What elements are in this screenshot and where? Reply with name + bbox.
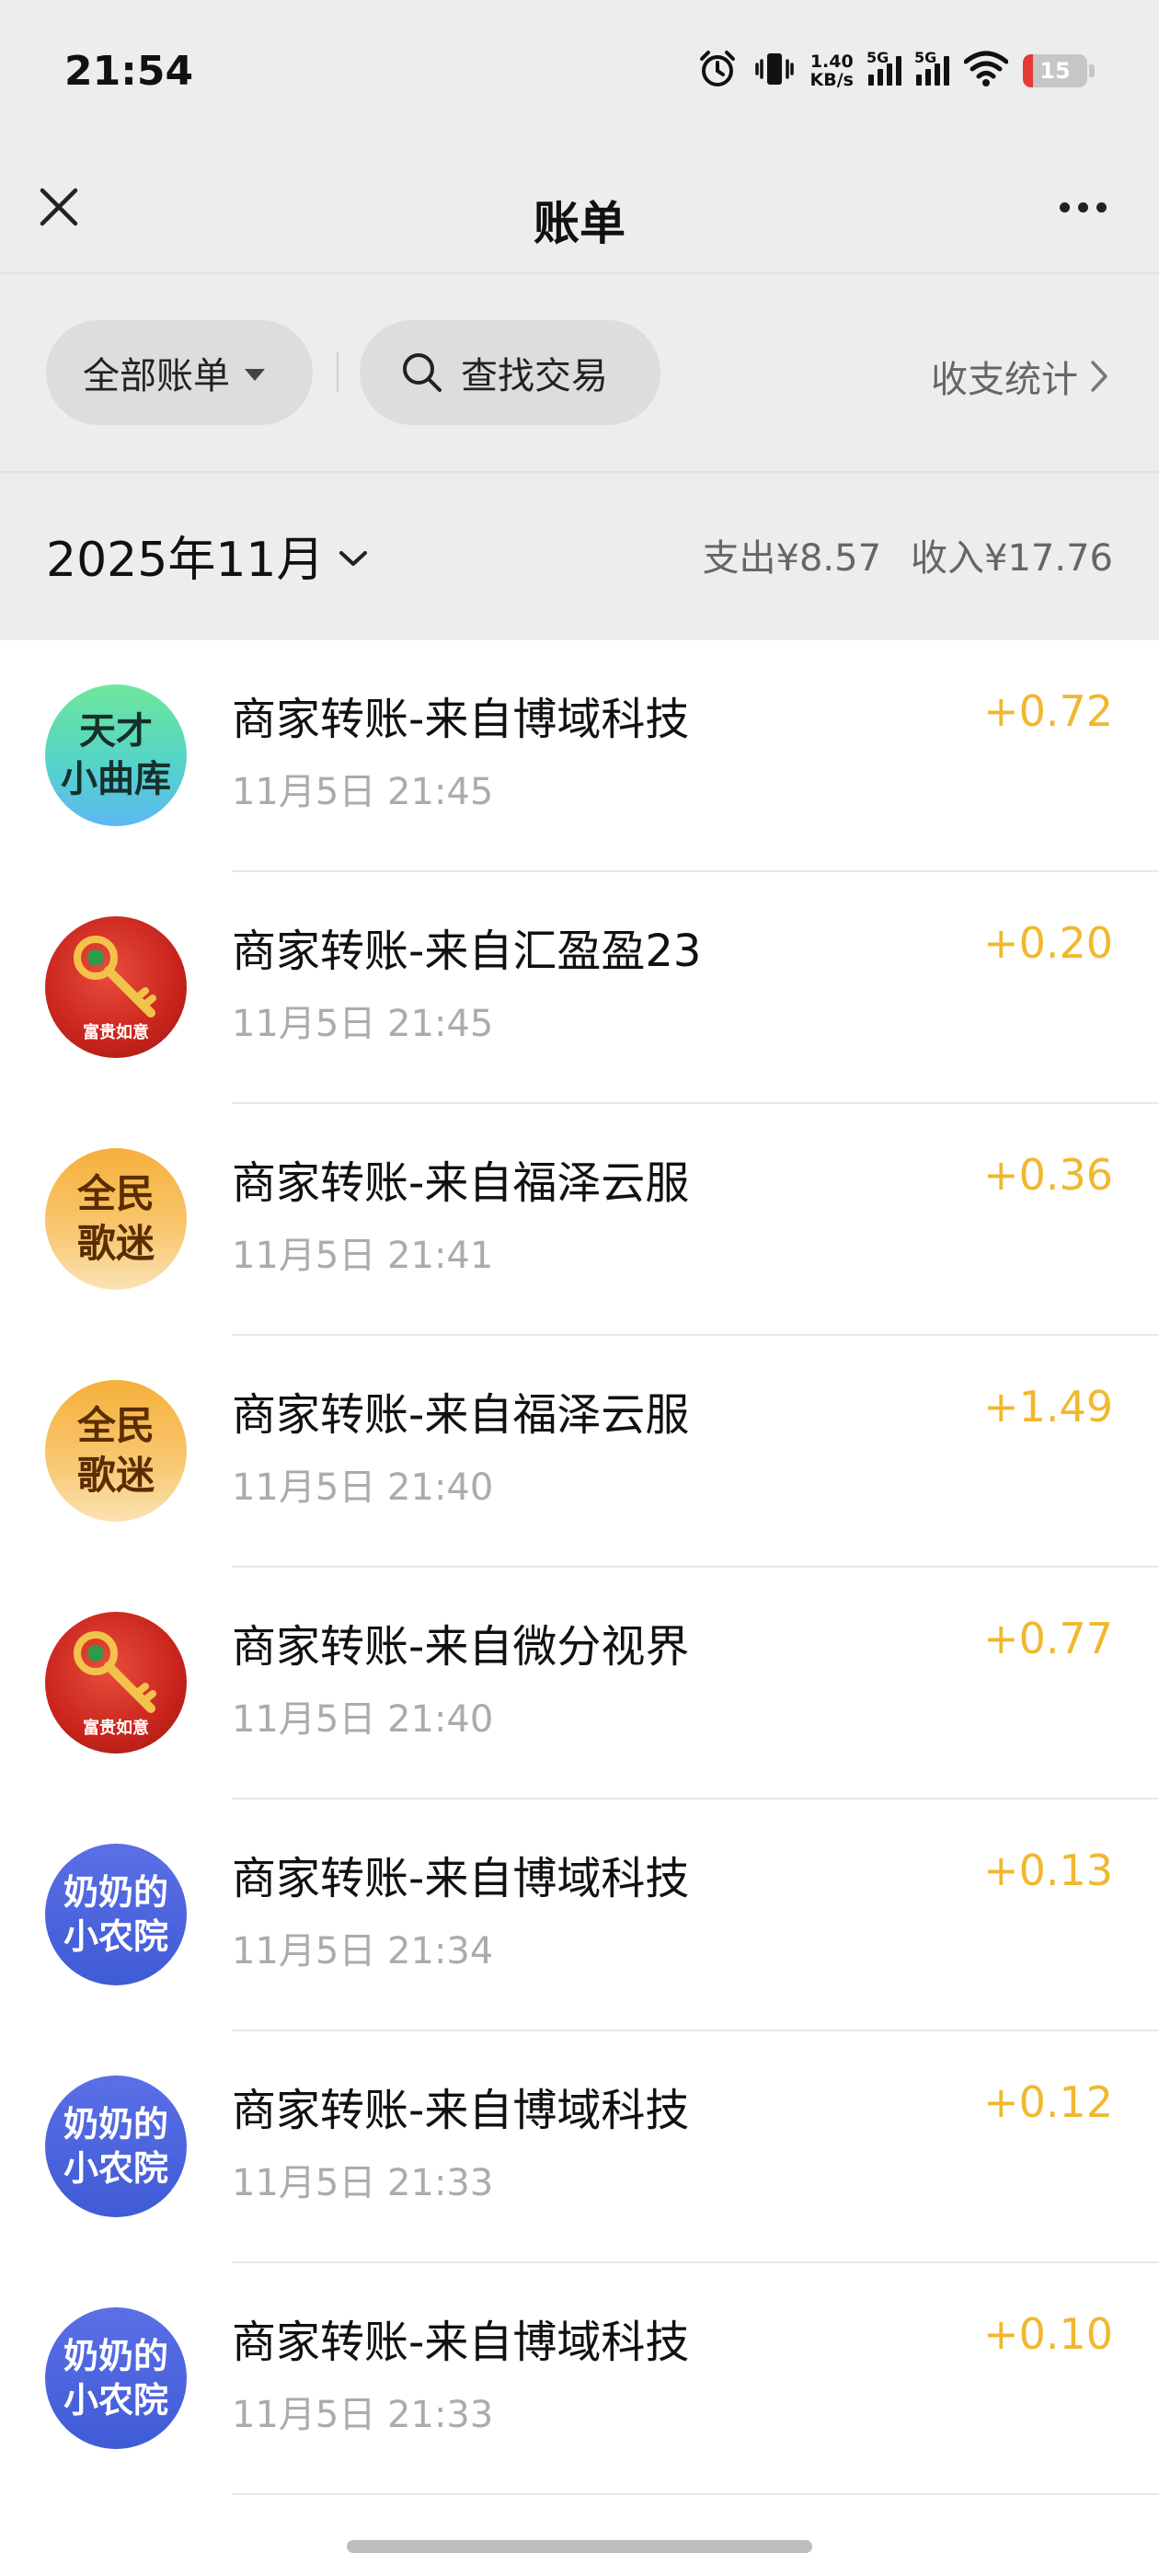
transaction-amount: +0.77 — [983, 1614, 1113, 1663]
avatar-text-line-2: 歌迷 — [76, 1453, 155, 1498]
transaction-time: 11月5日 21:45 — [232, 771, 494, 813]
transaction-amount: +0.13 — [983, 1846, 1113, 1895]
avatar-text-line-1: 天才 — [79, 710, 153, 753]
all-bills-dropdown[interactable]: 全部账单 — [46, 320, 313, 425]
month-bar: 2025年11月 支出¥8.57 收入¥17.76 — [0, 473, 1159, 640]
transaction-title: 商家转账-来自汇盈盈23 — [232, 926, 702, 977]
transaction-amount: +0.20 — [983, 918, 1113, 968]
more-icon[interactable] — [1041, 178, 1124, 236]
wifi-icon — [963, 51, 1009, 91]
avatar-text-line-1: 全民 — [76, 1403, 155, 1448]
avatar: 奶奶的 小农院 — [45, 1844, 187, 1985]
avatar: 天才 小曲库 — [45, 684, 187, 826]
transaction-row[interactable]: 奶奶的 小农院 商家转账-来自博域科技 11月5日 21:33 +0.12 — [0, 2031, 1159, 2263]
search-icon — [403, 353, 442, 392]
month-summary: 支出¥8.57 收入¥17.76 — [703, 528, 1113, 581]
all-bills-label: 全部账单 — [83, 355, 230, 397]
golden-key-icon — [74, 1631, 156, 1713]
month-selector[interactable]: 2025年11月 — [46, 521, 369, 590]
avatar-text-line-2: 歌迷 — [76, 1221, 155, 1266]
avatar-text-line-2: 小农院 — [63, 2148, 168, 2189]
transaction-row[interactable]: 奶奶的 小农院 商家转账-来自博域科技 11月5日 21:34 +0.13 — [0, 1800, 1159, 2031]
transaction-amount: +0.72 — [983, 686, 1113, 736]
chevron-down-icon — [339, 550, 367, 566]
net-speed-value: 1.40 — [809, 52, 854, 72]
avatar: 全民 歌迷 — [45, 1380, 187, 1522]
search-transactions-button[interactable]: 查找交易 — [360, 320, 660, 425]
transaction-row[interactable]: 全民 歌迷 商家转账-来自福泽云服 11月5日 21:40 +1.49 — [0, 1336, 1159, 1568]
transaction-title: 商家转账-来自博域科技 — [232, 2317, 690, 2368]
transaction-amount: +0.10 — [983, 2309, 1113, 2359]
signal-icon: 5G — [914, 49, 949, 86]
transaction-title: 商家转账-来自博域科技 — [232, 694, 690, 745]
income-total: 收入¥17.76 — [911, 537, 1113, 580]
status-time: 21:54 — [64, 48, 194, 95]
transaction-title: 商家转账-来自博域科技 — [232, 1853, 690, 1904]
vibrate-icon — [753, 48, 796, 94]
transaction-time: 11月5日 21:40 — [232, 1698, 494, 1741]
transaction-list: 天才 小曲库 商家转账-来自博域科技 11月5日 21:45 +0.72 富贵如意 商家转账… — [0, 640, 1159, 2576]
avatar-text-line-2: 小农院 — [63, 2380, 168, 2421]
battery-level: 15 — [1039, 58, 1071, 84]
divider — [232, 2493, 1159, 2495]
stats-link[interactable]: 收支统计 — [931, 350, 1109, 403]
transaction-title: 商家转账-来自微分视界 — [232, 1621, 690, 1673]
avatar-text-line-1: 奶奶的 — [63, 2336, 168, 2376]
avatar: 全民 歌迷 — [45, 1148, 187, 1290]
avatar-text-line-1: 奶奶的 — [63, 2104, 168, 2145]
alarm-icon — [696, 48, 739, 94]
chevron-right-icon — [1091, 361, 1107, 392]
avatar: 富贵如意 — [45, 916, 187, 1058]
avatar: 富贵如意 — [45, 1612, 187, 1754]
transaction-time: 11月5日 21:41 — [232, 1235, 494, 1277]
transaction-row[interactable]: 全民 歌迷 商家转账-来自福泽云服 11月5日 21:41 +0.36 — [0, 1104, 1159, 1336]
transaction-amount: +1.49 — [983, 1382, 1113, 1432]
stats-label: 收支统计 — [931, 359, 1078, 401]
search-label: 查找交易 — [461, 355, 608, 397]
status-bar: 21:54 1.40 KB/s 5G 5G 15 — [0, 0, 1159, 152]
avatar: 奶奶的 小农院 — [45, 2076, 187, 2217]
transaction-title: 商家转账-来自福泽云服 — [232, 1389, 690, 1441]
filter-bar: 全部账单 查找交易 收支统计 — [0, 274, 1159, 471]
divider — [337, 351, 339, 392]
signal-icon: 5G — [866, 49, 901, 86]
transaction-row[interactable]: 天才 小曲库 商家转账-来自博域科技 11月5日 21:45 +0.72 — [0, 640, 1159, 872]
transaction-time: 11月5日 21:33 — [232, 2162, 494, 2204]
page-title: 账单 — [534, 197, 625, 250]
expense-total: 支出¥8.57 — [702, 537, 882, 580]
avatar-caption: 富贵如意 — [83, 1719, 149, 1738]
net-speed-unit: KB/s — [809, 70, 854, 90]
transaction-row[interactable]: 富贵如意 商家转账-来自微分视界 11月5日 21:40 +0.77 — [0, 1568, 1159, 1800]
avatar-text-line-2: 小曲库 — [61, 758, 171, 800]
status-icons: 1.40 KB/s 5G 5G 15 — [696, 48, 1095, 94]
avatar-text-line-1: 奶奶的 — [63, 1872, 168, 1913]
transaction-title: 商家转账-来自博域科技 — [232, 2085, 690, 2136]
avatar: 奶奶的 小农院 — [45, 2307, 187, 2449]
transaction-row[interactable]: 奶奶的 小农院 商家转账-来自博域科技 11月5日 21:33 +0.10 — [0, 2263, 1159, 2495]
battery-level-fill — [1023, 54, 1033, 87]
transaction-time: 11月5日 21:34 — [232, 1930, 494, 1972]
transaction-amount: +0.36 — [983, 1150, 1113, 1200]
avatar-text-line-2: 小农院 — [63, 1916, 168, 1957]
net-speed: 1.40 KB/s — [810, 52, 854, 89]
battery-icon: 15 — [1023, 54, 1095, 87]
avatar-caption: 富贵如意 — [83, 1023, 149, 1042]
home-indicator[interactable] — [347, 2540, 812, 2553]
month-label: 2025年11月 — [46, 533, 325, 588]
caret-down-icon — [245, 368, 265, 381]
signal-label: 5G — [914, 49, 937, 66]
signal-label: 5G — [866, 49, 889, 66]
transaction-time: 11月5日 21:33 — [232, 2394, 494, 2436]
avatar-text-line-1: 全民 — [76, 1171, 155, 1216]
golden-key-icon — [74, 936, 156, 1018]
transaction-row[interactable]: 富贵如意 商家转账-来自汇盈盈23 11月5日 21:45 +0.20 — [0, 872, 1159, 1104]
transaction-title: 商家转账-来自福泽云服 — [232, 1157, 690, 1209]
transaction-time: 11月5日 21:45 — [232, 1003, 494, 1045]
transaction-amount: +0.12 — [983, 2077, 1113, 2127]
nav-bar: 账单 — [0, 152, 1159, 271]
transaction-time: 11月5日 21:40 — [232, 1466, 494, 1509]
